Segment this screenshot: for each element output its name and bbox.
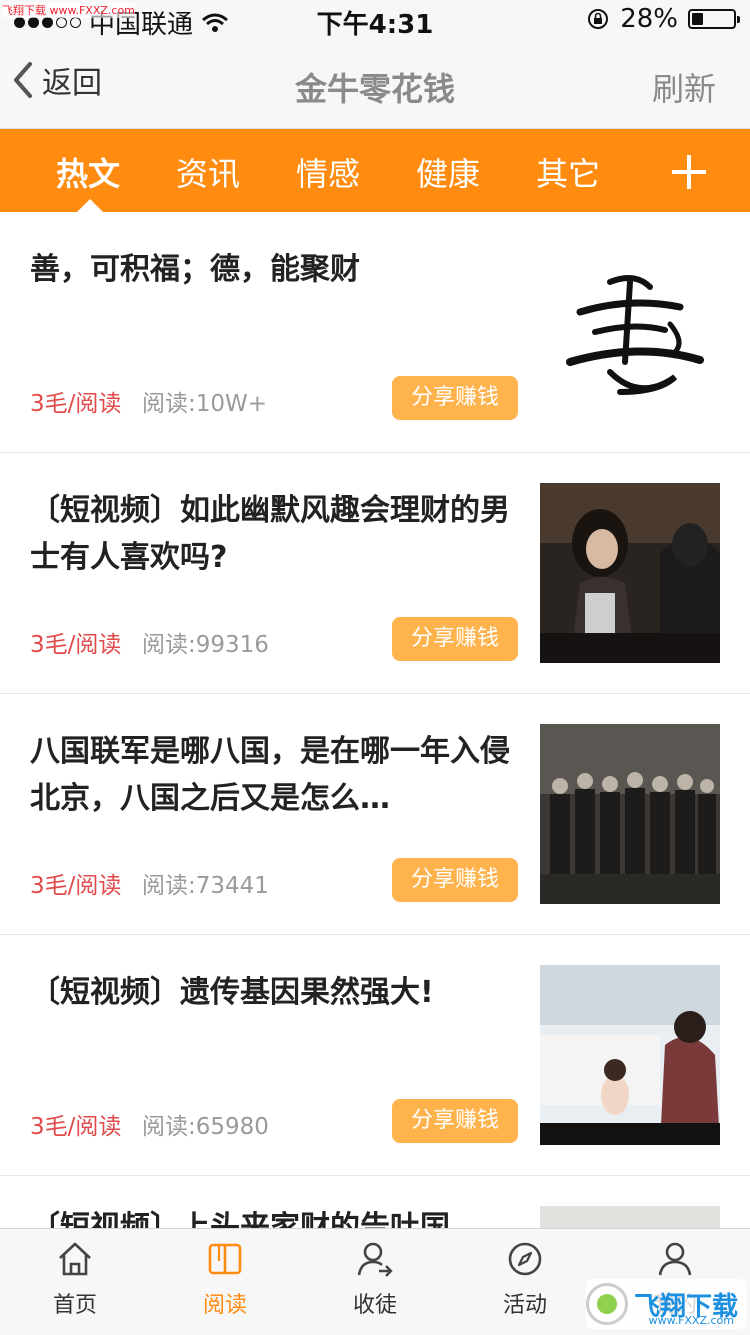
profile-icon xyxy=(658,1242,692,1276)
page-title: 金牛零花钱 xyxy=(294,70,455,108)
navigation-bar: 返回 金牛零花钱 刷新 xyxy=(0,40,750,129)
compass-icon xyxy=(508,1242,542,1276)
brand-watermark-logo: 飞翔下载 www.FXXZ.com xyxy=(586,1279,746,1329)
bottom-tab-read[interactable]: 阅读 xyxy=(165,1239,285,1319)
brand-logo-icon xyxy=(586,1283,628,1325)
bottom-tab-activity[interactable]: 活动 xyxy=(465,1239,585,1319)
reward-rate: 3毛/阅读 xyxy=(30,391,122,417)
reward-rate: 3毛/阅读 xyxy=(30,873,122,899)
article-title[interactable]: 八国联军是哪八国，是在哪一年入侵北京，八国之后又是怎么… xyxy=(30,728,510,822)
orientation-lock-icon xyxy=(588,9,609,29)
bottom-tab-home[interactable]: 首页 xyxy=(15,1239,135,1319)
refresh-button[interactable]: 刷新 xyxy=(652,64,716,110)
article-title[interactable]: 〔短视频〕遗传基因果然强大! xyxy=(30,969,510,1016)
read-count: 阅读:65980 xyxy=(142,1114,269,1140)
brand-url: www.FXXZ.com xyxy=(648,1314,734,1327)
category-tabs: 热文 资讯 情感 健康 其它 xyxy=(0,129,750,212)
home-icon xyxy=(59,1242,91,1276)
active-tab-indicator xyxy=(77,199,103,212)
bottom-tab-bar: 首页 阅读 收徒 活动 我的 飞翔下载 www.FXXZ.co xyxy=(0,1228,750,1335)
tab-health[interactable]: 健康 xyxy=(416,149,480,195)
tab-news[interactable]: 资讯 xyxy=(176,149,240,195)
read-count: 阅读:99316 xyxy=(142,632,269,658)
bottom-tab-label: 阅读 xyxy=(202,1293,247,1318)
list-item[interactable]: 〔短视频〕遗传基因果然强大! 3毛/阅读 阅读:65980 分享赚钱 xyxy=(0,935,750,1176)
partial-thumb-image[interactable] xyxy=(540,1206,720,1228)
list-item[interactable]: 八国联军是哪八国，是在哪一年入侵北京，八国之后又是怎么… 3毛/阅读 阅读:73… xyxy=(0,694,750,935)
battery-percent: 28% xyxy=(620,4,678,34)
tab-other[interactable]: 其它 xyxy=(536,149,600,195)
read-count: 阅读:73441 xyxy=(142,873,269,899)
reward-rate: 3毛/阅读 xyxy=(30,1114,122,1140)
tab-hot[interactable]: 热文 xyxy=(56,149,120,195)
add-category-icon[interactable] xyxy=(672,155,706,189)
list-item[interactable]: 〔短视频〕上头来家财的告吐国 xyxy=(0,1176,750,1228)
tab-emotion[interactable]: 情感 xyxy=(296,149,360,195)
article-title[interactable]: 善，可积福；德，能聚财 xyxy=(30,246,510,293)
video-still-couple-image[interactable] xyxy=(540,483,720,663)
bottom-tab-label: 首页 xyxy=(52,1293,97,1318)
article-title[interactable]: 〔短视频〕如此幽默风趣会理财的男士有人喜欢吗? xyxy=(30,487,510,581)
bottom-tab-apprentice[interactable]: 收徒 xyxy=(315,1239,435,1319)
video-still-mother-baby-image[interactable] xyxy=(540,965,720,1145)
article-title[interactable]: 〔短视频〕上头来家财的告吐国 xyxy=(30,1204,510,1228)
status-right: 28% xyxy=(586,4,740,34)
calligraphy-shan-image[interactable] xyxy=(540,242,720,422)
battery-icon xyxy=(688,9,740,29)
bottom-tab-label: 活动 xyxy=(502,1293,547,1318)
share-earn-button[interactable]: 分享赚钱 xyxy=(392,617,518,661)
historical-group-photo-image[interactable] xyxy=(540,724,720,904)
status-bar: 中国联通 下午4:31 28% 飞翔下载 www.FXXZ.com xyxy=(0,0,750,40)
share-earn-button[interactable]: 分享赚钱 xyxy=(392,376,518,420)
book-icon xyxy=(208,1243,242,1275)
list-item[interactable]: 〔短视频〕如此幽默风趣会理财的男士有人喜欢吗? 3毛/阅读 阅读:99316 分… xyxy=(0,453,750,694)
list-item[interactable]: 善，可积福；德，能聚财 3毛/阅读 阅读:10W+ 分享赚钱 xyxy=(0,212,750,453)
article-list[interactable]: 善，可积福；德，能聚财 3毛/阅读 阅读:10W+ 分享赚钱 〔短视频〕如此幽默… xyxy=(0,212,750,1228)
share-earn-button[interactable]: 分享赚钱 xyxy=(392,858,518,902)
reward-rate: 3毛/阅读 xyxy=(30,632,122,658)
share-earn-button[interactable]: 分享赚钱 xyxy=(392,1099,518,1143)
read-count: 阅读:10W+ xyxy=(142,391,268,417)
add-user-icon xyxy=(357,1242,393,1277)
watermark-text: 飞翔下载 www.FXXZ.com xyxy=(2,2,135,18)
bottom-tab-label: 收徒 xyxy=(352,1293,397,1318)
